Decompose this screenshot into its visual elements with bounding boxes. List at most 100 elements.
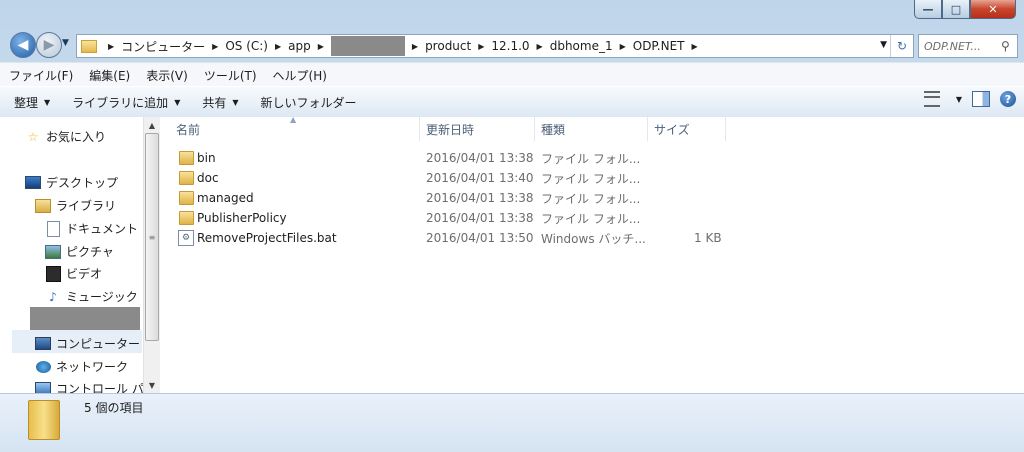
- file-type: ファイル フォル...: [541, 191, 641, 206]
- add-to-library-button[interactable]: ライブラリに追加 ▼: [64, 90, 188, 114]
- breadcrumb-version[interactable]: 12.1.0: [491, 39, 529, 53]
- menu-help[interactable]: ヘルプ(H): [266, 67, 334, 84]
- breadcrumb-separator[interactable]: ▶: [318, 42, 324, 51]
- window-controls: — □ ✕: [914, 0, 1016, 19]
- nav-label: コントロール パ: [56, 382, 144, 393]
- batch-file-icon: ⚙: [178, 230, 194, 246]
- preview-pane-icon[interactable]: [972, 91, 990, 107]
- control-panel-icon: [35, 381, 51, 393]
- nav-item-pictures[interactable]: ピクチャ: [45, 243, 114, 260]
- file-type: ファイル フォル...: [541, 171, 641, 186]
- file-name: doc: [197, 171, 219, 185]
- menu-bar: ファイル(F) 編集(E) 表示(V) ツール(T) ヘルプ(H): [0, 62, 1024, 87]
- menu-edit[interactable]: 編集(E): [82, 67, 137, 84]
- column-name-label: 名前: [176, 122, 201, 137]
- view-options-icon[interactable]: [923, 91, 940, 107]
- view-dropdown-icon[interactable]: ▼: [956, 95, 962, 104]
- column-header-type[interactable]: 種類: [535, 117, 648, 141]
- star-icon: ☆: [27, 129, 39, 144]
- file-row[interactable]: bin 2016/04/01 13:38 ファイル フォル...: [160, 148, 1024, 168]
- nav-item-documents[interactable]: ドキュメント: [45, 220, 138, 237]
- column-header-size[interactable]: サイズ: [648, 117, 726, 141]
- document-icon: [46, 220, 60, 237]
- share-button[interactable]: 共有 ▼: [194, 90, 246, 114]
- breadcrumb-odpnet[interactable]: ODP.NET: [633, 39, 685, 53]
- file-row[interactable]: managed 2016/04/01 13:38 ファイル フォル...: [160, 188, 1024, 208]
- breadcrumb-separator[interactable]: ▶: [108, 42, 114, 51]
- breadcrumb-separator[interactable]: ▶: [212, 42, 218, 51]
- forward-button[interactable]: ▶: [36, 32, 62, 58]
- breadcrumb-separator[interactable]: ▶: [620, 42, 626, 51]
- maximize-button[interactable]: □: [942, 0, 970, 19]
- scroll-up-arrow[interactable]: ▲: [144, 118, 160, 132]
- new-folder-button[interactable]: 新しいフォルダー: [253, 90, 365, 114]
- menu-tools[interactable]: ツール(T): [197, 67, 264, 84]
- minimize-button[interactable]: —: [914, 0, 942, 19]
- nav-label: ライブラリ: [56, 199, 117, 213]
- nav-item-videos[interactable]: ビデオ: [45, 265, 102, 282]
- nav-label: ピクチャ: [66, 245, 114, 259]
- redacted-breadcrumb: [330, 36, 405, 56]
- close-icon: ✕: [988, 2, 998, 16]
- menu-view[interactable]: 表示(V): [139, 67, 195, 84]
- nav-item-libraries[interactable]: ライブラリ: [35, 197, 116, 214]
- command-bar: 整理 ▼ ライブラリに追加 ▼ 共有 ▼ 新しいフォルダー ▼ ?: [0, 86, 1024, 118]
- file-modified: 2016/04/01 13:50: [426, 231, 534, 245]
- breadcrumb-separator[interactable]: ▶: [478, 42, 484, 51]
- file-name: PublisherPolicy: [197, 211, 287, 225]
- nav-label: ドキュメント: [66, 222, 139, 236]
- music-icon: ♪: [49, 289, 57, 304]
- breadcrumb-separator[interactable]: ▶: [412, 42, 418, 51]
- file-name: managed: [197, 191, 254, 205]
- folder-icon: [179, 151, 194, 165]
- nav-item-control-panel[interactable]: コントロール パ: [35, 380, 144, 393]
- breadcrumb-product[interactable]: product: [425, 39, 471, 53]
- breadcrumb-separator[interactable]: ▶: [537, 42, 543, 51]
- network-icon: [35, 360, 51, 373]
- menu-file[interactable]: ファイル(F): [2, 67, 80, 84]
- library-icon: [35, 198, 51, 213]
- nav-item-desktop[interactable]: デスクトップ: [25, 174, 118, 191]
- column-header-modified[interactable]: 更新日時: [420, 117, 535, 141]
- navigation-pane: ☆ お気に入り デスクトップ ライブラリ ドキュメント ピクチャ ビデオ ♪ ミュー…: [0, 117, 144, 393]
- nav-label: コンピューター: [56, 337, 141, 351]
- file-modified: 2016/04/01 13:38: [426, 151, 534, 165]
- close-button[interactable]: ✕: [970, 0, 1016, 19]
- nav-item-network[interactable]: ネットワーク: [35, 358, 128, 375]
- file-row[interactable]: PublisherPolicy 2016/04/01 13:38 ファイル フォ…: [160, 208, 1024, 228]
- navigation-scrollbar[interactable]: ▲ ≡ ▼: [143, 117, 160, 393]
- breadcrumb-dbhome[interactable]: dbhome_1: [550, 39, 613, 53]
- address-bar[interactable]: ▶ コンピューター ▶ OS (C:) ▶ app ▶ ▶ product ▶ 12.1.…: [76, 34, 914, 58]
- file-list: 名前 ▲ 更新日時 種類 サイズ bin 2016/04/01 13:38 ファ…: [160, 115, 1024, 393]
- search-box[interactable]: ODP.NET... ⚲: [918, 34, 1018, 58]
- nav-item-music[interactable]: ♪ ミュージック: [45, 288, 138, 305]
- breadcrumb-computer[interactable]: コンピューター: [121, 38, 205, 55]
- file-row[interactable]: doc 2016/04/01 13:40 ファイル フォル...: [160, 168, 1024, 188]
- breadcrumb-drive[interactable]: OS (C:): [225, 39, 268, 53]
- video-icon: [45, 265, 61, 282]
- breadcrumb-app[interactable]: app: [288, 39, 311, 53]
- column-header-name[interactable]: 名前 ▲: [160, 115, 420, 141]
- organize-label: 整理: [14, 95, 39, 110]
- file-name: bin: [197, 151, 216, 165]
- nav-item-favorites[interactable]: ☆ お気に入り: [25, 128, 106, 145]
- file-row[interactable]: ⚙ RemoveProjectFiles.bat 2016/04/01 13:5…: [160, 228, 1024, 248]
- nav-item-computer[interactable]: コンピューター: [35, 335, 140, 352]
- recent-pages-dropdown[interactable]: ▼: [62, 38, 69, 48]
- nav-label: ミュージック: [66, 290, 138, 304]
- back-button[interactable]: ◀: [10, 32, 36, 58]
- organize-button[interactable]: 整理 ▼: [6, 90, 58, 114]
- folder-icon: [179, 191, 194, 205]
- nav-label: ネットワーク: [56, 360, 129, 374]
- help-button[interactable]: ?: [1000, 91, 1016, 107]
- content-area: ☆ お気に入り デスクトップ ライブラリ ドキュメント ピクチャ ビデオ ♪ ミュー…: [0, 115, 1024, 393]
- breadcrumb-separator[interactable]: ▶: [692, 42, 698, 51]
- scroll-thumb[interactable]: ≡: [145, 133, 159, 341]
- minimize-icon: —: [922, 2, 934, 16]
- address-history-dropdown[interactable]: ▼: [880, 40, 887, 50]
- search-input[interactable]: ODP.NET...: [919, 40, 1001, 53]
- scroll-down-arrow[interactable]: ▼: [144, 378, 160, 392]
- refresh-button[interactable]: ↻: [890, 35, 913, 57]
- breadcrumb-separator[interactable]: ▶: [275, 42, 281, 51]
- file-modified: 2016/04/01 13:40: [426, 171, 534, 185]
